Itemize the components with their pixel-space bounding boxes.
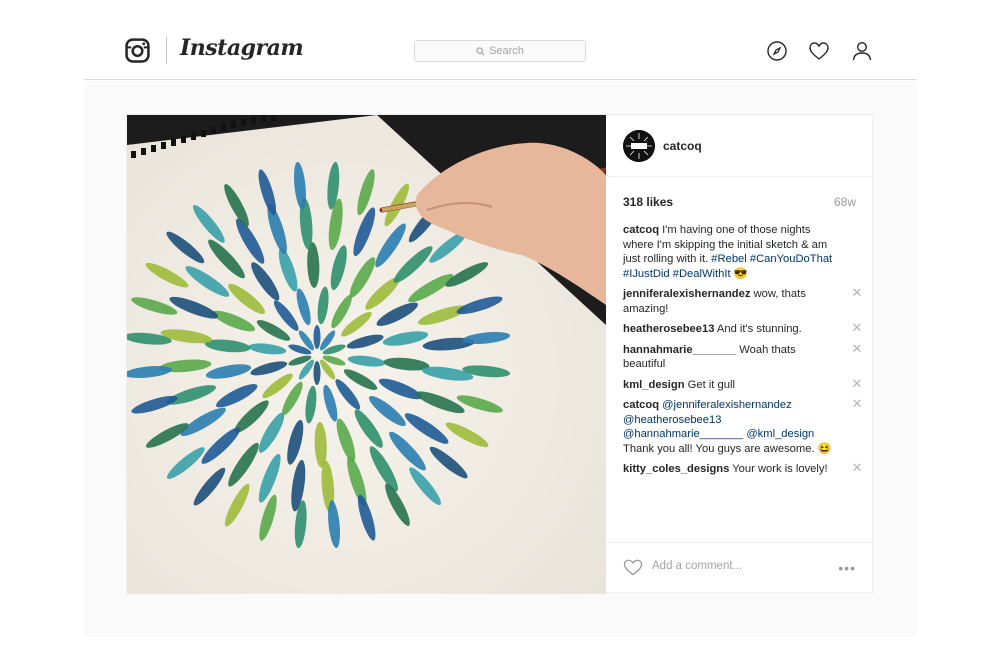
comment-text: And it's stunning. [714,323,802,335]
add-comment-input[interactable]: Add a comment... [652,560,742,572]
comment-username[interactable]: kml_design [623,379,685,391]
comment-username[interactable]: catcoq [623,399,659,411]
comment-item: jenniferalexishernandez wow, thats amazi… [623,286,863,316]
top-navigation-bar: Instagram Search [84,22,917,80]
instagram-glyph-icon[interactable] [125,38,150,63]
compass-icon[interactable] [766,40,788,62]
comment-username[interactable]: heatherosebee13 [623,323,714,335]
post-age[interactable]: 68w [834,195,856,209]
comments-list: catcoq I'm having one of those nights wh… [623,223,863,483]
post-owner-username[interactable]: catcoq [663,139,702,153]
more-options-button[interactable]: ••• [838,560,856,576]
watercolor-painting-image [127,115,606,594]
comment-username[interactable]: catcoq [623,224,659,236]
delete-comment-icon[interactable]: ✕ [851,321,863,334]
comment-text: Get it gull [684,378,735,391]
search-placeholder: Search [489,45,524,57]
petal [313,325,321,349]
delete-comment-icon[interactable]: ✕ [851,461,863,474]
post-photo[interactable] [127,115,606,594]
comment-text: Thank you all! You guys are awesome. 😆 [623,442,832,455]
comment-item: catcoq I'm having one of those nights wh… [623,223,863,281]
delete-comment-icon[interactable]: ✕ [851,286,863,299]
comment-text: 😎 [730,267,748,280]
likes-count[interactable]: 318 likes [623,195,673,209]
comment-username[interactable]: kitty_coles_designs [623,463,729,475]
comment-username[interactable]: hannahmarie_______ [623,344,736,356]
search-icon [476,46,485,56]
delete-comment-icon[interactable]: ✕ [851,342,863,355]
search-input[interactable]: Search [414,40,586,62]
comment-item: kitty_coles_designs Your work is lovely!… [623,461,863,477]
instagram-wordmark[interactable]: Instagram [180,35,304,61]
delete-comment-icon[interactable]: ✕ [851,377,863,390]
post-sidebar: catcoq 318 likes 68w catcoq I'm having o… [606,115,874,594]
delete-comment-icon[interactable]: ✕ [851,397,863,410]
like-heart-icon[interactable] [623,558,643,576]
petal [313,361,321,385]
logo-divider [166,36,167,64]
comment-bar: Add a comment... ••• [606,542,874,594]
comment-text: Your work is lovely! [729,463,828,475]
comment-username[interactable]: jenniferalexishernandez [623,288,750,300]
profile-icon[interactable] [851,40,873,62]
comment-item: heatherosebee13 And it's stunning. ✕ [623,321,863,337]
comment-item: hannahmarie_______ Woah thats beautiful ✕ [623,342,863,372]
comment-item: catcoq @jenniferalexishernandez @heather… [623,397,863,456]
post-header: catcoq [606,115,874,177]
post-card: catcoq 318 likes 68w catcoq I'm having o… [126,114,874,594]
avatar[interactable] [623,130,655,162]
heart-icon[interactable] [808,40,830,62]
comment-item: kml_design Get it gull ✕ [623,377,863,393]
